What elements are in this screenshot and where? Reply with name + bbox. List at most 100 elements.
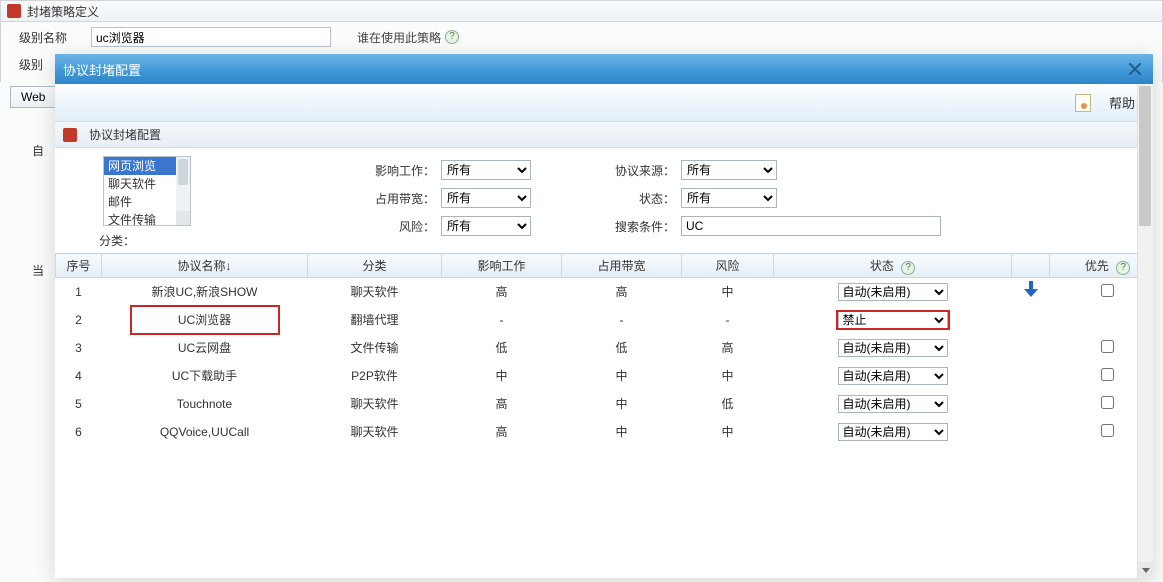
cell-name: QQVoice,UUCall [102, 418, 308, 446]
level-name-input[interactable] [91, 27, 331, 47]
tab-web[interactable]: Web [10, 86, 56, 108]
priority-checkbox[interactable] [1101, 396, 1114, 409]
cell-cat: 聊天软件 [308, 418, 442, 446]
cell-name: UC浏览器 [102, 306, 308, 334]
cell-bw: 低 [562, 334, 682, 362]
help-icon[interactable]: ? [901, 261, 915, 275]
cell-cat: 文件传输 [308, 334, 442, 362]
modal-body: 帮助 协议封堵配置 网页浏览 聊天软件 邮件 文件传输 分类： [55, 84, 1153, 578]
search-input[interactable] [681, 216, 941, 236]
cell-arrow [1012, 278, 1050, 306]
cell-bw: 高 [562, 278, 682, 306]
down-arrow-icon[interactable] [1022, 281, 1040, 299]
category-label: 分类： [99, 232, 191, 249]
table-row[interactable]: 6QQVoice,UUCall聊天软件高中中 自动(未启用) 禁止 [56, 418, 1154, 446]
cell-bw: 中 [562, 362, 682, 390]
cell-seq: 3 [56, 334, 102, 362]
priority-checkbox[interactable] [1101, 424, 1114, 437]
row-status-select[interactable]: 自动(未启用) 禁止 [838, 283, 948, 301]
app-icon [7, 4, 21, 18]
bandwidth-label: 占用带宽： [351, 190, 441, 207]
cell-status: 自动(未启用) 禁止 [774, 278, 1012, 306]
cell-bw: 中 [562, 390, 682, 418]
table-row[interactable]: 5Touchnote聊天软件高中低 自动(未启用) 禁止 [56, 390, 1154, 418]
cell-impact: 低 [442, 334, 562, 362]
cell-impact: 中 [442, 362, 562, 390]
col-arrow [1012, 254, 1050, 278]
table-row[interactable]: 2UC浏览器翻墙代理--- 自动(未启用) 禁止 [56, 306, 1154, 334]
category-listbox[interactable]: 网页浏览 聊天软件 邮件 文件传输 [103, 156, 191, 226]
col-name[interactable]: 协议名称↓ [102, 254, 308, 278]
help-icon[interactable]: ? [445, 30, 459, 44]
table-row[interactable]: 3UC云网盘文件传输低低高 自动(未启用) 禁止 [56, 334, 1154, 362]
impact-select[interactable]: 所有 [441, 160, 531, 180]
table-header-row: 序号 协议名称↓ 分类 影响工作 占用带宽 风险 状态 ? 优先 ? [56, 254, 1154, 278]
cell-name: UC下载助手 [102, 362, 308, 390]
scrollbar-down-arrow[interactable] [1138, 562, 1153, 578]
listbox-scrollbar[interactable] [176, 157, 190, 225]
cell-cat: 聊天软件 [308, 390, 442, 418]
cell-seq: 4 [56, 362, 102, 390]
cell-arrow [1012, 362, 1050, 390]
status-filter-label: 状态： [591, 190, 681, 207]
table-row[interactable]: 4UC下载助手P2P软件中中中 自动(未启用) 禁止 [56, 362, 1154, 390]
cell-seq: 5 [56, 390, 102, 418]
cell-bw: 中 [562, 418, 682, 446]
table-row[interactable]: 1新浪UC,新浪SHOW聊天软件高高中 自动(未启用) 禁止 [56, 278, 1154, 306]
level-name-label: 级别名称 [11, 29, 91, 46]
cell-arrow [1012, 306, 1050, 334]
cell-status: 自动(未启用) 禁止 [774, 418, 1012, 446]
search-label: 搜索条件： [591, 218, 681, 235]
col-bw[interactable]: 占用带宽 [562, 254, 682, 278]
close-icon[interactable] [1125, 59, 1145, 79]
subtitle-icon [63, 128, 77, 142]
cell-cat: 翻墙代理 [308, 306, 442, 334]
row-status-select[interactable]: 自动(未启用) 禁止 [838, 367, 948, 385]
cell-seq: 1 [56, 278, 102, 306]
row-status-select[interactable]: 自动(未启用) 禁止 [838, 395, 948, 413]
cell-arrow [1012, 334, 1050, 362]
cell-name: UC云网盘 [102, 334, 308, 362]
cell-risk: 中 [682, 418, 774, 446]
row-status-select[interactable]: 自动(未启用) 禁止 [838, 339, 948, 357]
row-status-select[interactable]: 自动(未启用) 禁止 [838, 311, 948, 329]
bandwidth-select[interactable]: 所有 [441, 188, 531, 208]
cell-status: 自动(未启用) 禁止 [774, 362, 1012, 390]
priority-checkbox[interactable] [1101, 340, 1114, 353]
protocol-table: 序号 协议名称↓ 分类 影响工作 占用带宽 风险 状态 ? 优先 ? [55, 253, 1153, 446]
cell-risk: 低 [682, 390, 774, 418]
col-cat[interactable]: 分类 [308, 254, 442, 278]
modal-scrollbar[interactable] [1137, 84, 1153, 578]
cell-risk: 高 [682, 334, 774, 362]
col-status[interactable]: 状态 ? [774, 254, 1012, 278]
modal-title: 协议封堵配置 [63, 60, 141, 79]
help-link[interactable]: 帮助 [1109, 93, 1135, 112]
cell-arrow [1012, 390, 1050, 418]
col-risk[interactable]: 风险 [682, 254, 774, 278]
status-filter-select[interactable]: 所有 [681, 188, 777, 208]
protocol-block-config-modal: 协议封堵配置 帮助 协议封堵配置 网页浏览 聊天软件 邮件 文件传输 [55, 54, 1153, 578]
cell-impact: - [442, 306, 562, 334]
scrollbar-thumb[interactable] [1139, 86, 1151, 226]
help-icon[interactable]: ? [1116, 261, 1130, 275]
impact-label: 影响工作： [351, 162, 441, 179]
col-seq[interactable]: 序号 [56, 254, 102, 278]
toolbar: 帮助 [55, 84, 1153, 122]
cell-cat: P2P软件 [308, 362, 442, 390]
who-uses-label: 谁在使用此策略 [357, 29, 441, 46]
cell-arrow [1012, 418, 1050, 446]
dang-label: 当 [32, 262, 44, 279]
cell-impact: 高 [442, 418, 562, 446]
cell-risk: - [682, 306, 774, 334]
source-select[interactable]: 所有 [681, 160, 777, 180]
col-impact[interactable]: 影响工作 [442, 254, 562, 278]
priority-checkbox[interactable] [1101, 368, 1114, 381]
risk-select[interactable]: 所有 [441, 216, 531, 236]
priority-checkbox[interactable] [1101, 284, 1114, 297]
cell-name: 新浪UC,新浪SHOW [102, 278, 308, 306]
bg-title: 封堵策略定义 [27, 3, 99, 20]
document-icon[interactable] [1075, 94, 1091, 112]
row-status-select[interactable]: 自动(未启用) 禁止 [838, 423, 948, 441]
cell-impact: 高 [442, 278, 562, 306]
cell-seq: 2 [56, 306, 102, 334]
